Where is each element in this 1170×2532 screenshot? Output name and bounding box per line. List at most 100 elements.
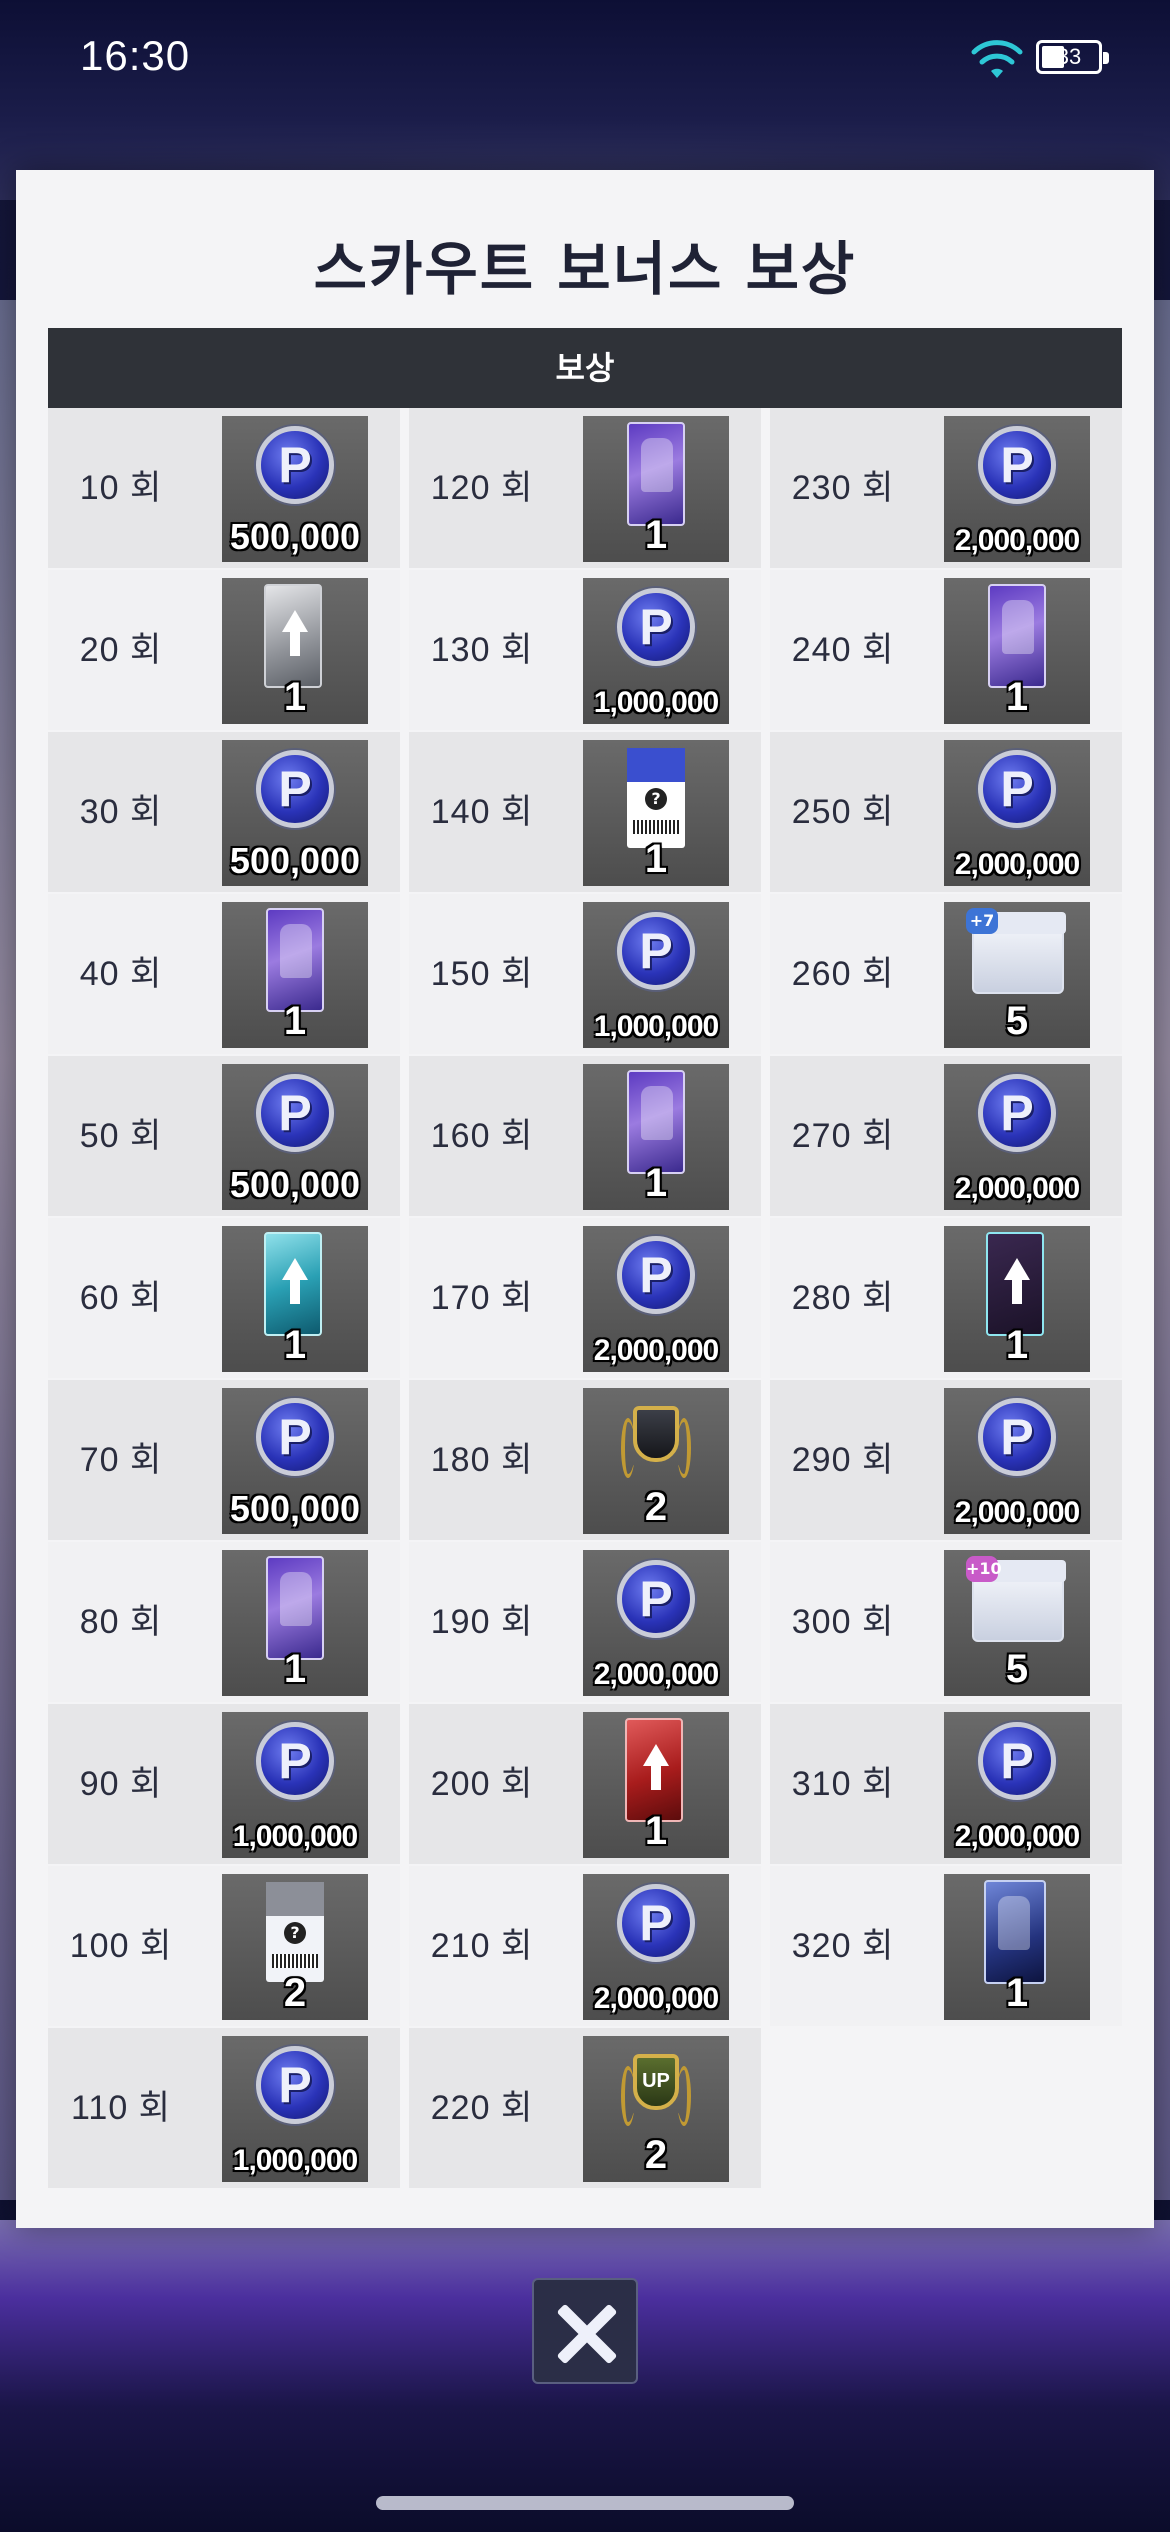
reward-amount: 500,000 (229, 516, 361, 557)
reward-tile: P 2,000,000 (944, 1712, 1090, 1858)
reward-amount: 2 (283, 1971, 307, 2015)
purple-card-icon (266, 908, 324, 1012)
scout-count-label: 220 회 (430, 2089, 534, 2127)
scout-count-label: 120 회 (430, 469, 534, 507)
reward-icon-cell: +7 5 (916, 894, 1122, 1054)
reward-amount: 1,000,000 (232, 1820, 358, 1853)
home-indicator[interactable] (376, 2496, 794, 2510)
reward-cell: 140 회 ? 1 (409, 732, 761, 892)
reward-amount: 2,000,000 (593, 1658, 719, 1691)
reward-icon-cell: ? 1 (555, 732, 761, 892)
scout-count-label: 140 회 (430, 793, 534, 831)
p-coin-icon: P (978, 1074, 1056, 1152)
reward-amount: 2,000,000 (954, 1496, 1080, 1529)
reward-cell: 270 회 P 2,000,000 (770, 1056, 1122, 1216)
scout-count-label: 230 회 (791, 469, 895, 507)
scout-count-label: 150 회 (430, 955, 534, 993)
purple-card-icon (627, 422, 685, 526)
scout-count-label: 200 회 (430, 1765, 534, 1803)
scout-count-label: 40 회 (79, 955, 163, 993)
reward-amount: 1 (644, 1161, 668, 1205)
reward-icon-cell: 2 (555, 1380, 761, 1540)
reward-icon-cell: P 1,000,000 (555, 570, 761, 730)
reward-tile: P 2,000,000 (583, 1874, 729, 2020)
reward-cell: 250 회 P 2,000,000 (770, 732, 1122, 892)
scout-count-label: 300 회 (791, 1603, 895, 1641)
reward-amount: 1 (1005, 1971, 1029, 2015)
reward-amount: 1 (283, 1647, 307, 1691)
reward-tile: 2 (583, 1388, 729, 1534)
reward-tile: P 2,000,000 (944, 1388, 1090, 1534)
reward-icon-cell: 1 (555, 1704, 761, 1864)
scout-count-label: 30 회 (79, 793, 163, 831)
scout-count-label: 310 회 (791, 1765, 895, 1803)
up-emblem-icon: UP (621, 2046, 691, 2132)
p-coin-icon: P (617, 588, 695, 666)
scout-count-label: 110 회 (71, 2089, 171, 2127)
reward-amount: 2 (644, 1485, 668, 1529)
reward-amount: 2,000,000 (954, 1172, 1080, 1205)
reward-icon-cell: 1 (194, 1542, 400, 1702)
modal-title: 스카우트 보너스 보상 (313, 235, 857, 303)
reward-tile: 1 (222, 1550, 368, 1696)
close-button[interactable] (532, 2278, 638, 2384)
reward-cell: 160 회 1 (409, 1056, 761, 1216)
p-coin-icon: P (978, 1722, 1056, 1800)
reward-cell: 120 회 1 (409, 408, 761, 568)
reward-icon-cell: P 500,000 (194, 732, 400, 892)
reward-cell: 70 회 P 500,000 (48, 1380, 400, 1540)
reward-cell: 200 회 1 (409, 1704, 761, 1864)
reward-tile: 1 (222, 578, 368, 724)
reward-tile: P 2,000,000 (944, 740, 1090, 886)
reward-tile: P 2,000,000 (944, 416, 1090, 562)
reward-amount: 1,000,000 (232, 2144, 358, 2177)
p-coin-icon: P (617, 912, 695, 990)
scout-count-label: 320 회 (791, 1927, 895, 1965)
reward-cell: 290 회 P 2,000,000 (770, 1380, 1122, 1540)
reward-cell: 30 회 P 500,000 (48, 732, 400, 892)
reward-cell: 10 회 P 500,000 (48, 408, 400, 568)
reward-cell: 180 회 2 (409, 1380, 761, 1540)
scout-count-label: 10 회 (79, 469, 163, 507)
reward-icon-cell: P 500,000 (194, 1056, 400, 1216)
p-coin-icon: P (256, 750, 334, 828)
reward-icon-cell: P 2,000,000 (555, 1866, 761, 2026)
reward-icon-cell: 1 (194, 894, 400, 1054)
status-time: 16:30 (80, 32, 191, 79)
p-coin-icon: P (256, 2046, 334, 2124)
reward-amount: 2,000,000 (954, 524, 1080, 557)
reward-tile: ? 1 (583, 740, 729, 886)
red-card-icon (625, 1718, 683, 1822)
reward-header: 보상 (48, 328, 1122, 408)
reward-cell: 60 회 1 (48, 1218, 400, 1378)
reward-cell: 230 회 P 2,000,000 (770, 408, 1122, 568)
reward-icon-cell: P 2,000,000 (916, 1704, 1122, 1864)
reward-tile: +7 5 (944, 902, 1090, 1048)
p-coin-icon: P (256, 1398, 334, 1476)
reward-icon-cell: P 2,000,000 (555, 1218, 761, 1378)
scout-count-label: 20 회 (79, 631, 163, 669)
scout-count-label: 290 회 (791, 1441, 895, 1479)
reward-icon-cell: 1 (555, 1056, 761, 1216)
reward-amount: 1 (1005, 675, 1029, 719)
reward-cell: 50 회 P 500,000 (48, 1056, 400, 1216)
reward-amount: 1 (644, 513, 668, 557)
reward-cell: 260 회 +7 5 (770, 894, 1122, 1054)
reward-icon-cell: P 2,000,000 (916, 408, 1122, 568)
blue-card-icon (984, 1880, 1046, 1984)
reward-cell: 310 회 P 2,000,000 (770, 1704, 1122, 1864)
reward-cell: 300 회 +10 5 (770, 1542, 1122, 1702)
p-coin-icon: P (978, 750, 1056, 828)
reward-tile: ? 2 (222, 1874, 368, 2020)
wifi-icon (971, 40, 1023, 78)
reward-tile: UP 2 (583, 2036, 729, 2182)
status-bar: 16:30 33 (0, 0, 1170, 120)
reward-tile: P 1,000,000 (222, 1712, 368, 1858)
reward-amount: 1,000,000 (593, 1010, 719, 1043)
scout-count-label: 130 회 (430, 631, 534, 669)
reward-amount: 1 (1005, 1323, 1029, 1367)
reward-amount: 2,000,000 (954, 1820, 1080, 1853)
reward-icon-cell: 1 (194, 1218, 400, 1378)
scout-count-label: 280 회 (791, 1279, 895, 1317)
scout-count-label: 250 회 (791, 793, 895, 831)
